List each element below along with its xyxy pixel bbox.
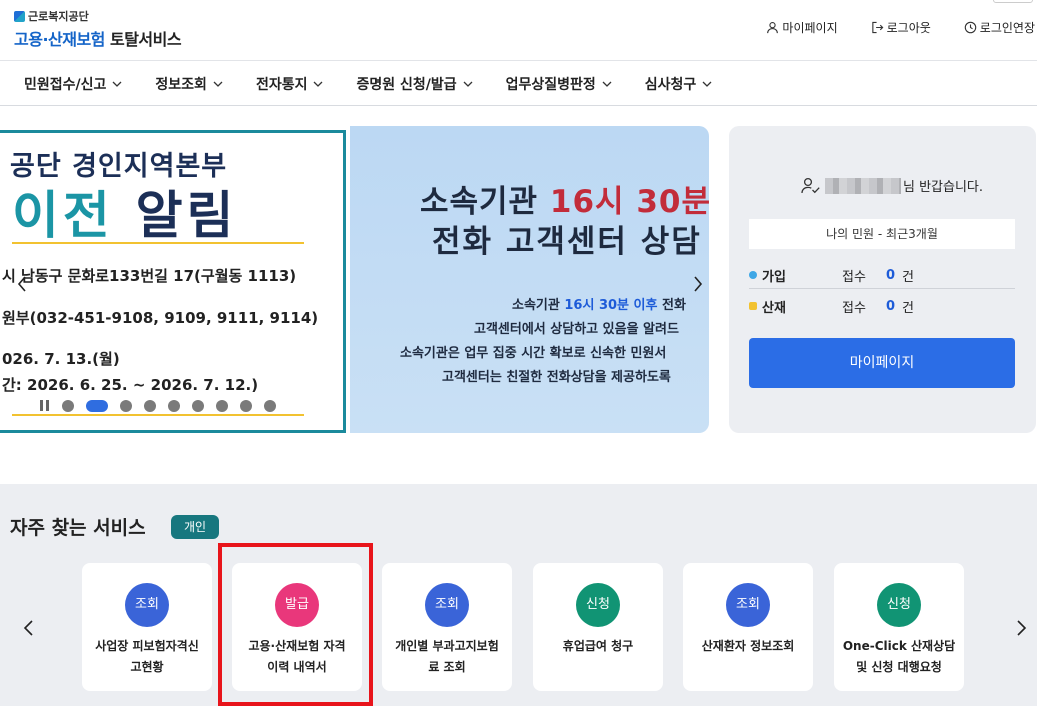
logout-link[interactable]: 로그아웃 <box>871 19 931 36</box>
logo-title-dark: 토탈서비스 <box>109 30 182 49</box>
nav-item-e-notice[interactable]: 전자통지 <box>256 74 324 94</box>
slide-date: 026. 7. 13.(월) <box>2 350 120 368</box>
chevron-down-icon <box>112 81 122 87</box>
request-count[interactable]: 0 <box>886 268 902 283</box>
service-type-badge: 조회 <box>125 583 169 627</box>
slide-phone: 원부(032-451-9108, 9109, 9111, 9114) <box>2 309 319 327</box>
service-type-badge: 조회 <box>425 583 469 627</box>
logout-icon <box>871 21 884 34</box>
nav-item-review-request[interactable]: 심사청구 <box>645 74 713 94</box>
divider <box>12 242 304 244</box>
pagination-dot[interactable] <box>144 400 156 412</box>
slide-text: 소속기관은 업무 집중 시간 확보로 신속한 민원서 <box>400 346 667 361</box>
service-card[interactable]: 신청 휴업급여 청구 <box>533 563 663 691</box>
pagination-dot[interactable] <box>168 400 180 412</box>
pagination-dot[interactable] <box>240 400 252 412</box>
service-type-badge: 발급 <box>275 583 319 627</box>
services-next-arrow-icon[interactable] <box>1014 617 1028 639</box>
services-prev-arrow-icon[interactable] <box>22 617 36 639</box>
banner-pagination <box>40 400 276 412</box>
service-card[interactable]: 조회 사업장 피보험자격신 고현황 <box>82 563 212 691</box>
main-navigation: 민원접수/신고 정보조회 전자통지 증명원 신청/발급 업무상질병판정 심사청구 <box>0 60 1037 106</box>
banner-slide-relocation[interactable]: 공단 경인지역본부 이전 알림 시 남동구 문화로133번길 17(구월동 11… <box>0 126 350 433</box>
mypage-button[interactable]: 마이페이지 <box>749 338 1015 388</box>
recent-requests-label: 나의 민원 - 최근3개월 <box>749 219 1015 249</box>
clock-icon <box>964 21 977 34</box>
nav-item-occupational-disease[interactable]: 업무상질병판정 <box>506 74 612 94</box>
service-type-badge: 신청 <box>576 583 620 627</box>
pagination-dot[interactable] <box>192 400 204 412</box>
user-greeting: 님 반갑습니다. <box>801 176 983 195</box>
chevron-down-icon <box>213 81 223 87</box>
request-count[interactable]: 0 <box>886 299 902 314</box>
person-dot-icon <box>749 271 757 279</box>
pagination-dot[interactable] <box>62 400 74 412</box>
frequent-services: 자주 찾는 서비스 개인 조회 사업장 피보험자격신 고현황 발급 고용·산재보험… <box>0 484 1037 706</box>
section-title: 자주 찾는 서비스 <box>10 517 146 539</box>
slide-period: 간: 2026. 6. 25. ~ 2026. 7. 12.) <box>2 376 259 394</box>
personal-badge[interactable]: 개인 <box>171 515 219 539</box>
top-right-stub <box>993 0 1033 3</box>
pause-icon[interactable] <box>40 400 50 412</box>
nav-item-certificate[interactable]: 증명원 신청/발급 <box>356 74 473 94</box>
service-card[interactable]: 신청 One-Click 산재상담 및 신청 대행요청 <box>834 563 964 691</box>
folder-dot-icon <box>749 302 757 310</box>
chevron-down-icon <box>702 81 712 87</box>
pagination-dot[interactable] <box>264 400 276 412</box>
user-panel: 님 반갑습니다. 나의 민원 - 최근3개월 가입 접수 0 건 산재 접수 0… <box>729 126 1036 433</box>
user-check-icon <box>801 177 820 193</box>
nav-item-info-inquiry[interactable]: 정보조회 <box>155 74 223 94</box>
banner-prev-arrow-icon[interactable] <box>14 274 30 294</box>
logo-title-blue: 고용·산재보험 <box>14 30 105 49</box>
chevron-down-icon <box>463 81 473 87</box>
site-logo[interactable]: 근로복지공단 고용·산재보험 토탈서비스 <box>14 8 182 50</box>
service-type-badge: 신청 <box>877 583 921 627</box>
slide-headline: 소속기관 16시 30분 <box>420 184 709 220</box>
request-row-industrial[interactable]: 산재 접수 0 건 <box>749 292 1015 320</box>
slide-text: 소속기관 16시 30분 이후 전화 <box>512 298 686 313</box>
pagination-dot[interactable] <box>120 400 132 412</box>
slide-headline: 이전 알림 <box>12 187 238 246</box>
slide-subheadline: 전화 고객센터 상담 <box>432 224 702 260</box>
service-card[interactable]: 조회 개인별 부과고지보험 료 조회 <box>382 563 512 691</box>
service-card[interactable]: 조회 산재환자 정보조회 <box>683 563 813 691</box>
chevron-down-icon <box>314 81 323 87</box>
slide-address: 시 남동구 문화로133번길 17(구월동 1113) <box>2 267 297 285</box>
top-header: 근로복지공단 고용·산재보험 토탈서비스 마이페이지 로그아웃 로그인연장 <box>0 0 1037 60</box>
pagination-dot-active[interactable] <box>86 400 108 412</box>
nav-item-civil-request[interactable]: 민원접수/신고 <box>24 74 122 94</box>
login-extend-link[interactable]: 로그인연장 <box>964 19 1035 36</box>
service-card[interactable]: 발급 고용·산재보험 자격 이력 내역서 <box>232 563 362 691</box>
chevron-down-icon <box>602 81 612 87</box>
slide-text: 고객센터에서 상담하고 있음을 알려드 <box>474 322 679 337</box>
service-type-badge: 조회 <box>726 583 770 627</box>
banner-slide-callcenter[interactable]: 소속기관 16시 30분 전화 고객센터 상담 소속기관 16시 30분 이후 … <box>350 126 709 433</box>
banner-carousel[interactable]: 공단 경인지역본부 이전 알림 시 남동구 문화로133번길 17(구월동 11… <box>0 126 709 433</box>
pagination-dot[interactable] <box>216 400 228 412</box>
logo-org-name: 근로복지공단 <box>28 10 89 23</box>
slide-text: 고객센터는 친절한 전화상담을 제공하도록 <box>442 370 671 385</box>
person-icon <box>767 22 779 34</box>
banner-next-arrow-icon[interactable] <box>690 274 706 294</box>
masked-user-name <box>825 177 901 194</box>
divider <box>12 414 304 416</box>
logo-mark-icon <box>14 10 25 22</box>
request-row-employment[interactable]: 가입 접수 0 건 <box>749 261 1015 289</box>
divider <box>749 288 1015 289</box>
mypage-link[interactable]: 마이페이지 <box>766 19 838 36</box>
utility-menu: 마이페이지 로그아웃 로그인연장 <box>766 19 1035 36</box>
